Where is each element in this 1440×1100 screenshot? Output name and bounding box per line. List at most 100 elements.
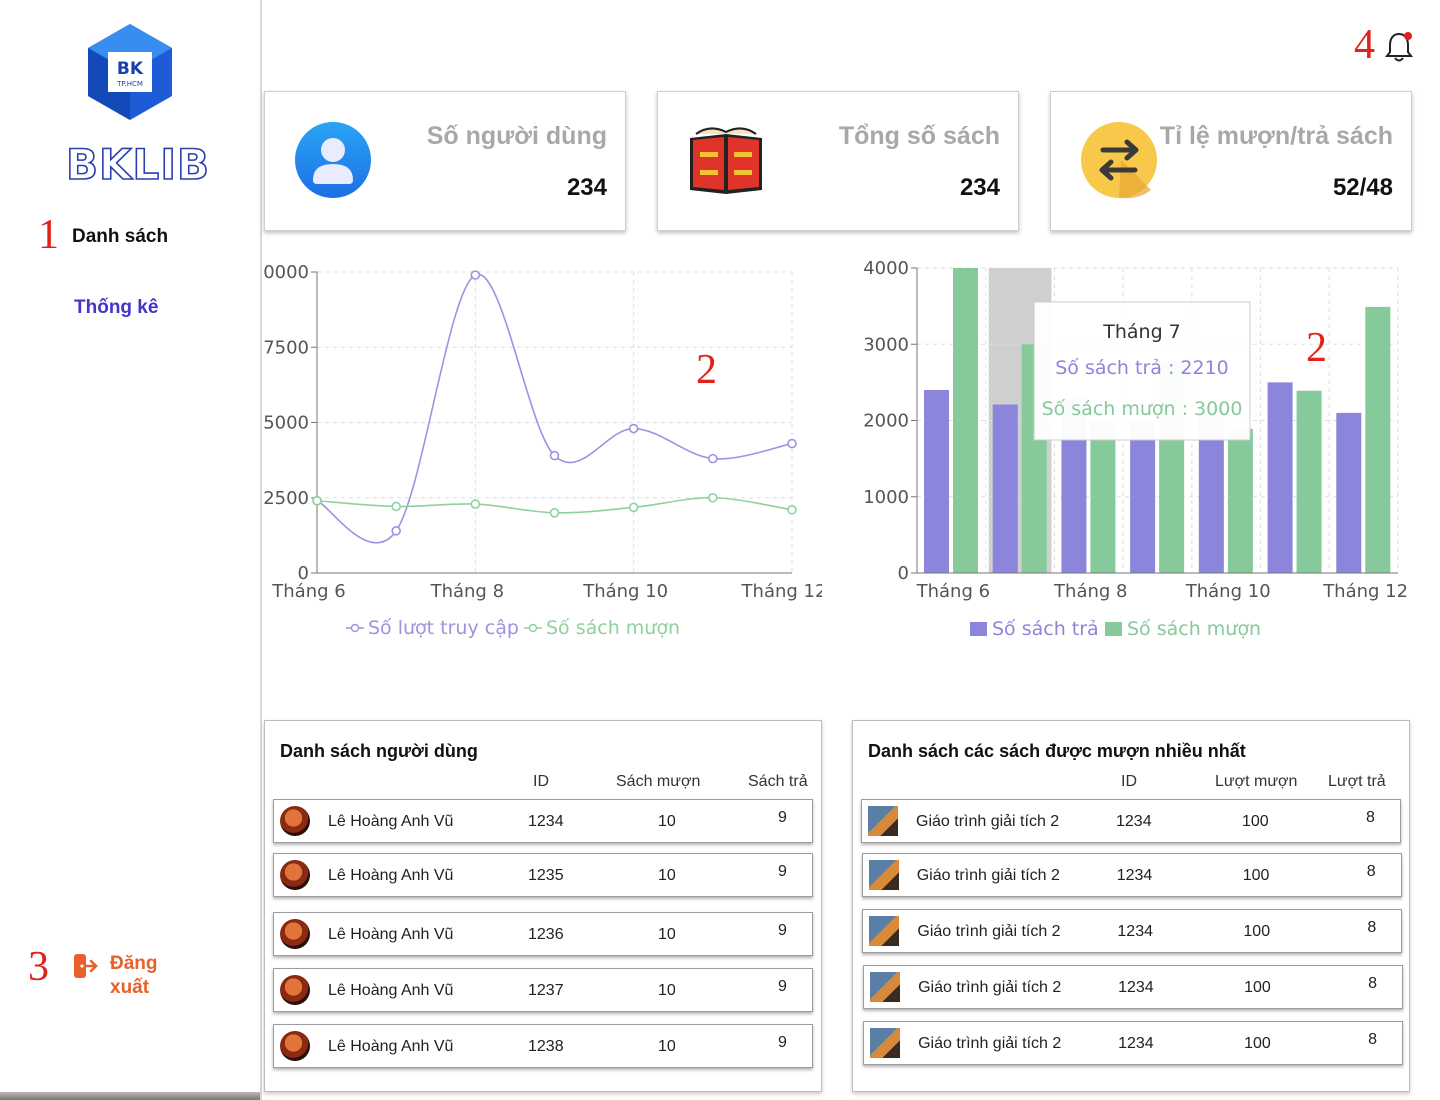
table-row[interactable]: Lê Hoàng Anh Vũ 1238 10 9 xyxy=(273,1024,813,1068)
sidebar-item-thong-ke[interactable]: Thống kê xyxy=(74,297,158,319)
sidebar: BK TP.HCM BKLIB 1 Danh sách Thống kê 3 Đ… xyxy=(0,0,262,1100)
y-tick-label: 4000 xyxy=(863,258,909,279)
row-name: Lê Hoàng Anh Vũ xyxy=(328,982,454,999)
user-icon xyxy=(295,122,371,198)
table-row[interactable]: Giáo trình giải tích 2 1234 100 8 xyxy=(863,1021,1404,1065)
users-table: Danh sách người dùng ID Sách mượn Sách t… xyxy=(264,720,822,1092)
bar xyxy=(992,404,1018,573)
column-header-id: ID xyxy=(1121,773,1137,790)
avatar xyxy=(280,975,310,1005)
logout-icon xyxy=(74,954,98,978)
legend-swatch-dot xyxy=(350,623,360,633)
row-borrowed: 100 xyxy=(1243,923,1271,940)
data-point xyxy=(470,499,481,509)
data-point xyxy=(391,526,401,536)
book-cover xyxy=(868,860,899,890)
row-returned: 8 xyxy=(1366,863,1376,880)
bar xyxy=(1227,428,1253,573)
row-id: 1234 xyxy=(1118,1035,1154,1052)
data-point xyxy=(470,270,481,280)
stat-value: 234 xyxy=(566,174,607,201)
table-row[interactable]: Giáo trình giải tích 2 1234 100 8 xyxy=(861,853,1402,897)
column-header-borrowed: Sách mượn xyxy=(616,773,701,790)
logout-button[interactable]: Đăng xuất xyxy=(72,952,158,1000)
tooltip-line: Số sách trả : 2210 xyxy=(1055,357,1229,379)
x-tick-label: Tháng 10 xyxy=(582,581,668,602)
row-name: Lê Hoàng Anh Vũ xyxy=(328,1038,454,1055)
legend-label: Số sách mượn xyxy=(1127,618,1261,640)
table-row[interactable]: Lê Hoàng Anh Vũ 1234 10 9 xyxy=(273,799,813,843)
column-header-returned: Sách trả xyxy=(748,773,808,790)
row-id: 1234 xyxy=(1116,813,1152,830)
y-tick-label: 2500 xyxy=(263,488,309,509)
row-borrowed: 10 xyxy=(658,926,676,943)
row-borrowed: 10 xyxy=(658,982,676,999)
sidebar-item-danh-sach[interactable]: Danh sách xyxy=(72,226,168,248)
logo-text: BK xyxy=(117,59,144,79)
x-tick-label: Tháng 6 xyxy=(271,581,345,602)
bar xyxy=(1090,420,1116,573)
data-point xyxy=(787,438,797,449)
bell-icon[interactable] xyxy=(1384,28,1414,64)
book-icon xyxy=(690,127,762,194)
logout-label-line2: xuất xyxy=(110,977,150,998)
row-returned: 9 xyxy=(778,922,787,939)
bar xyxy=(924,390,949,573)
bar xyxy=(1130,420,1156,573)
row-returned: 9 xyxy=(778,978,787,995)
legend-label: Số sách mượn xyxy=(546,617,680,639)
x-tick-label: Tháng 12 xyxy=(1322,581,1408,602)
stat-title: Số người dùng xyxy=(426,122,607,150)
row-borrowed: 100 xyxy=(1244,979,1271,996)
row-returned: 8 xyxy=(1366,809,1375,826)
logo-subtext: TP.HCM xyxy=(116,80,143,88)
bar-chart: 0 1000 2000 3000 4000 Tháng 6 Tháng 8 Tháng 10 T… xyxy=(850,255,1420,655)
row-borrowed: 100 xyxy=(1244,1035,1271,1052)
chart-tooltip: Tháng 7 Số sách trả : 2210 Số sách mượn : … xyxy=(1033,301,1251,441)
row-returned: 9 xyxy=(778,809,787,826)
column-header-id: ID xyxy=(533,773,549,790)
stat-value: 234 xyxy=(959,174,1000,201)
annotation-3: 3 xyxy=(28,944,49,990)
table-row[interactable]: Giáo trình giải tích 2 1234 100 8 xyxy=(861,799,1401,843)
data-point xyxy=(312,495,322,506)
table-row[interactable]: Giáo trình giải tích 2 1234 100 8 xyxy=(863,965,1404,1009)
y-tick-label: 1000 xyxy=(863,487,909,508)
users-table-title: Danh sách người dùng xyxy=(280,741,478,761)
bar xyxy=(1267,382,1293,573)
row-borrowed: 10 xyxy=(658,1038,676,1055)
data-point xyxy=(628,423,639,434)
stat-title: Tổng số sách xyxy=(838,122,1000,150)
line-chart-svg: 02500500075000000Tháng 6 Tháng 8 Tháng 10 T… xyxy=(263,262,826,639)
data-point xyxy=(628,502,639,513)
row-id: 1234 xyxy=(528,813,564,830)
series-line xyxy=(316,273,793,544)
tooltip-title: Tháng 7 xyxy=(1102,321,1181,343)
stat-card-users: Số người dùng 234 xyxy=(264,91,626,231)
y-tick-label: 7500 xyxy=(263,337,309,358)
table-row[interactable]: Lê Hoàng Anh Vũ 1236 10 9 xyxy=(273,912,813,956)
bar-chart-svg: 0 1000 2000 3000 4000 Tháng 6 Tháng 8 Tháng 10 T… xyxy=(863,258,1408,640)
row-name: Lê Hoàng Anh Vũ xyxy=(328,867,454,884)
bar xyxy=(1365,306,1391,573)
annotation-4: 4 xyxy=(1354,22,1375,68)
row-returned: 9 xyxy=(778,863,787,880)
row-id: 1235 xyxy=(528,867,564,884)
legend-swatch xyxy=(970,622,987,636)
data-point xyxy=(549,507,560,518)
sidebar-bottom-edge xyxy=(0,1092,260,1100)
y-tick-label: 2000 xyxy=(863,411,909,432)
book-cover xyxy=(869,916,900,946)
brand-name: BKLIB xyxy=(65,139,210,190)
table-row[interactable]: Lê Hoàng Anh Vũ 1237 10 9 xyxy=(273,968,813,1012)
table-row[interactable]: Lê Hoàng Anh Vũ 1235 10 9 xyxy=(273,853,813,897)
row-id: 1236 xyxy=(528,926,564,943)
row-id: 1237 xyxy=(528,982,564,999)
row-name: Lê Hoàng Anh Vũ xyxy=(328,926,454,943)
line-chart: 0 2500 5000 7500 0000 Tháng 6 Tháng 8 Tháng 10 T… xyxy=(262,255,826,655)
row-name: Giáo trình giải tích 2 xyxy=(916,813,1060,830)
row-name: Giáo trình giải tích 2 xyxy=(916,867,1060,884)
stat-card-books: Tổng số sách 234 xyxy=(657,91,1019,231)
bar xyxy=(1336,412,1362,573)
table-row[interactable]: Giáo trình giải tích 2 1234 100 8 xyxy=(862,909,1403,953)
